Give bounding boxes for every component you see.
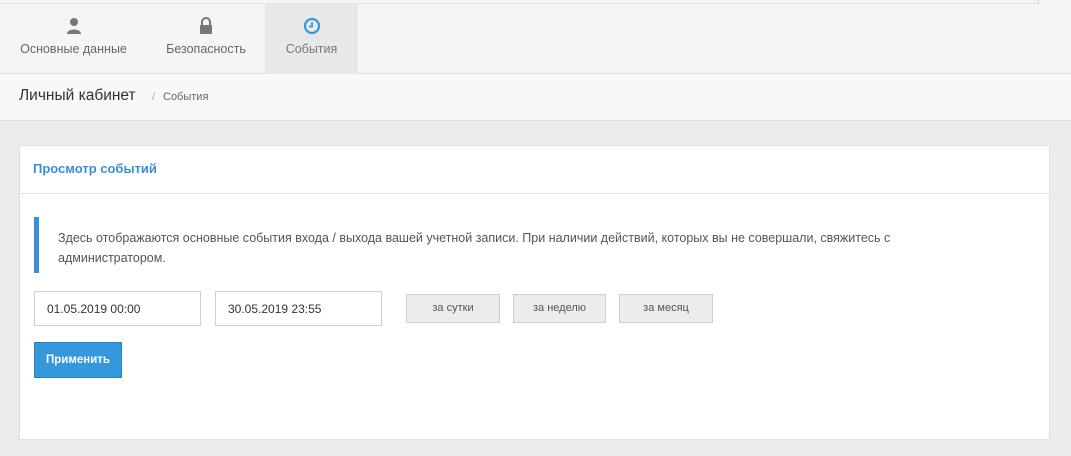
tab-security[interactable]: Безопасность <box>147 4 265 74</box>
day-button[interactable]: за сутки <box>406 294 500 323</box>
clock-icon <box>303 17 320 35</box>
tabs: Основные данные Безопасность События <box>0 4 358 74</box>
date-to-input[interactable] <box>215 291 382 326</box>
events-panel: Просмотр событий Здесь отображаются осно… <box>19 145 1050 440</box>
apply-button[interactable]: Применить <box>34 342 122 378</box>
breadcrumb-separator: / <box>152 91 156 103</box>
week-button[interactable]: за неделю <box>513 294 606 323</box>
tab-label: Безопасность <box>166 42 246 56</box>
top-tab-bar: Основные данные Безопасность События <box>0 0 1071 74</box>
date-from-input[interactable] <box>34 291 201 326</box>
panel-title: Просмотр событий <box>33 161 157 176</box>
lock-icon <box>200 17 212 34</box>
breadcrumb: Личный кабинет / События <box>0 74 1071 121</box>
month-button[interactable]: за месяц <box>619 294 713 323</box>
tab-events[interactable]: События <box>265 4 358 74</box>
info-note: Здесь отображаются основные события вход… <box>34 217 934 273</box>
panel-header: Просмотр событий <box>20 146 1049 194</box>
tab-label: Основные данные <box>20 42 127 56</box>
page: Основные данные Безопасность События Лич… <box>0 0 1071 456</box>
breadcrumb-home-link[interactable]: Личный кабинет <box>19 87 136 105</box>
tab-label: События <box>285 42 338 56</box>
breadcrumb-current: События <box>163 91 209 103</box>
user-icon <box>66 18 81 34</box>
tab-main-data[interactable]: Основные данные <box>0 4 147 74</box>
